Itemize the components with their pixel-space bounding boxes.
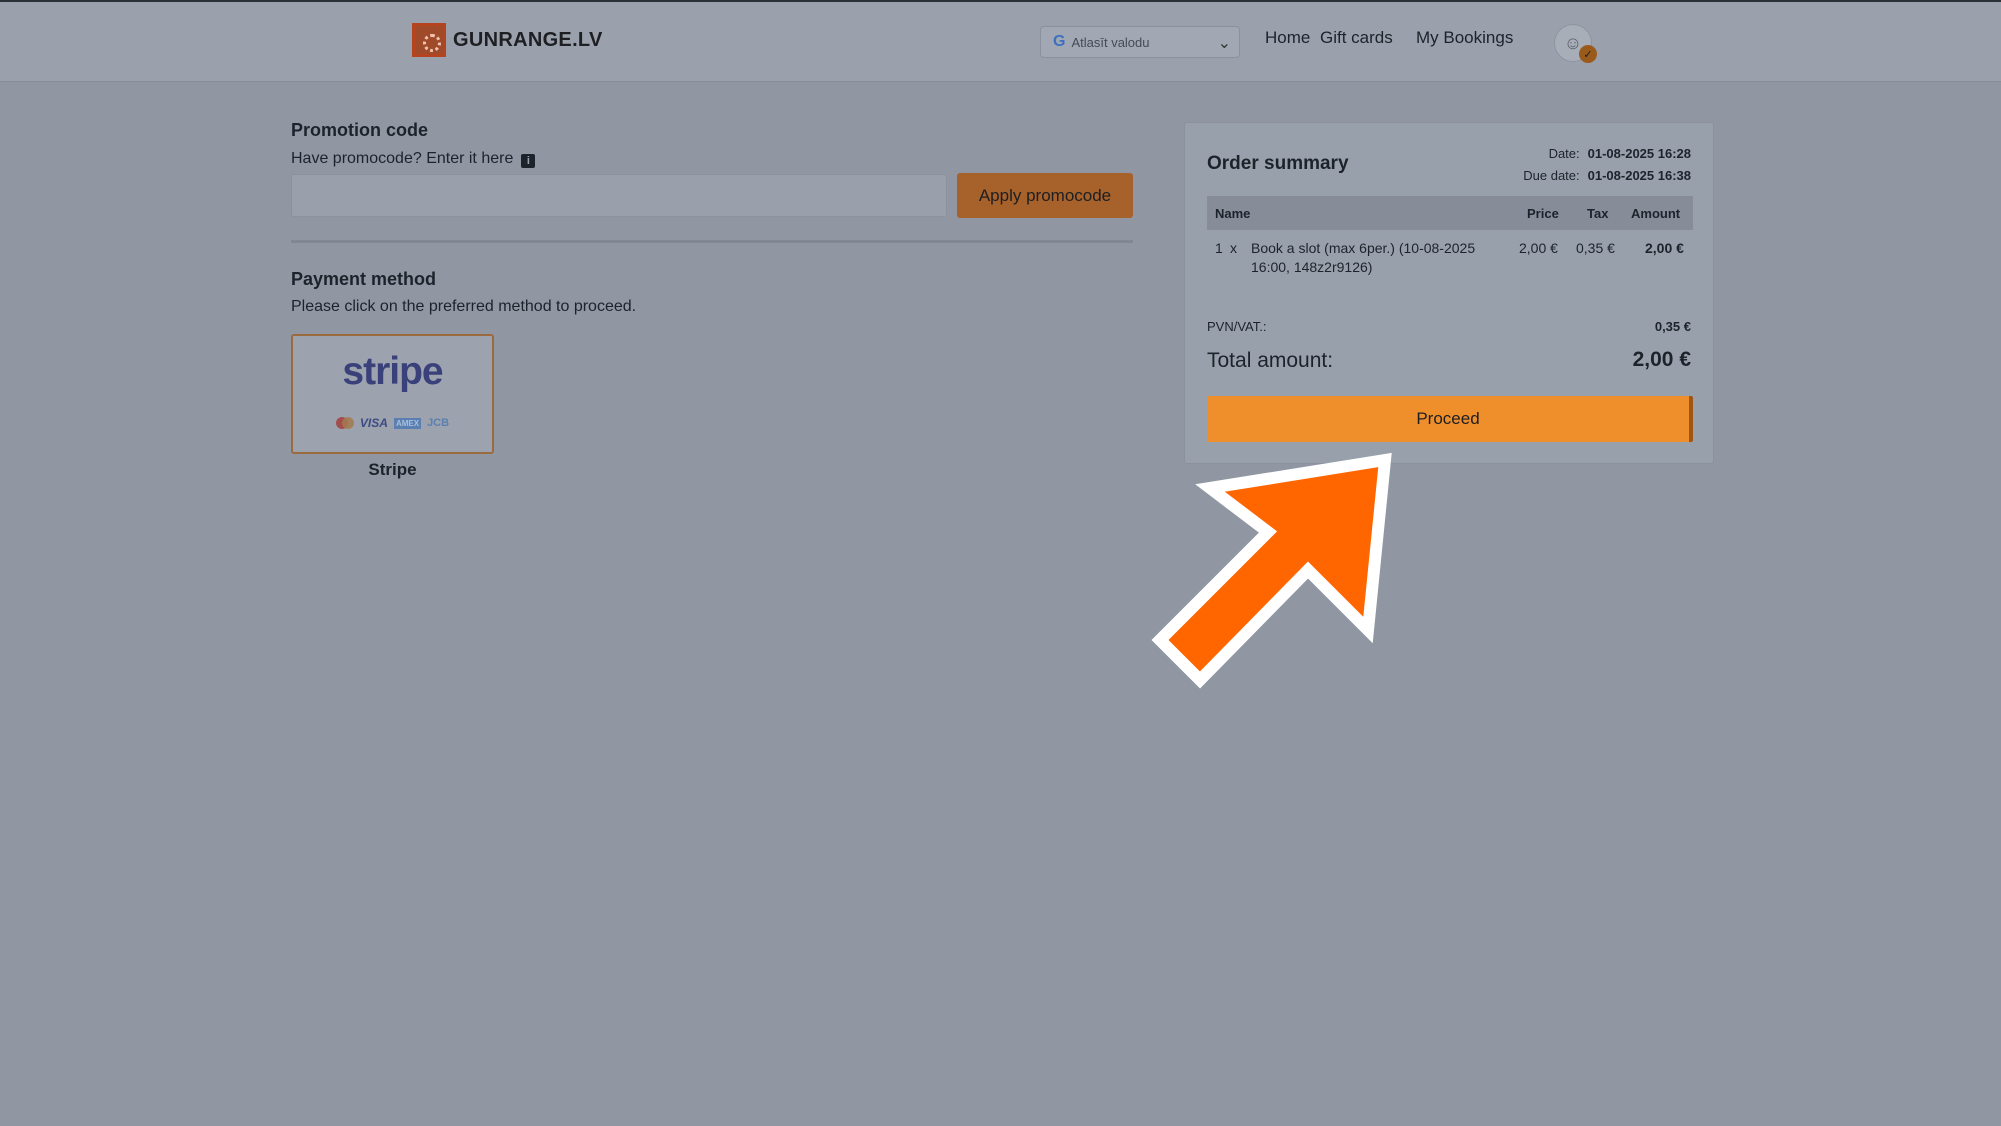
item-tax: 0,35 € — [1576, 240, 1615, 256]
stripe-logo: stripe — [342, 350, 443, 393]
order-table-header: Name Price Tax Amount — [1207, 196, 1693, 230]
column-name: Name — [1215, 206, 1251, 221]
logo-text: GUNRANGE.LV — [453, 28, 603, 51]
promo-subtitle-text: Have promocode? Enter it here — [291, 150, 514, 167]
stripe-payment-option[interactable]: stripe VISA AMEX JCB — [291, 334, 494, 454]
proceed-button[interactable]: Proceed — [1207, 396, 1693, 442]
site-header: GUNRANGE.LV G Atlasīt valodu ⌄ Home Gift… — [0, 2, 2001, 82]
total-label: Total amount: — [1207, 349, 1334, 372]
order-dates: Date: 01-08-2025 16:28 Due date: 01-08-202… — [1523, 143, 1691, 187]
order-summary-title: Order summary — [1207, 153, 1349, 174]
item-qty: 1 — [1215, 240, 1223, 256]
item-times: x — [1230, 240, 1237, 256]
language-select[interactable]: G Atlasīt valodu ⌄ — [1040, 26, 1240, 58]
apply-promocode-button[interactable]: Apply promocode — [957, 173, 1133, 218]
total-value: 2,00 € — [1632, 348, 1691, 371]
column-price: Price — [1527, 206, 1559, 221]
promo-title: Promotion code — [291, 120, 429, 140]
item-amount: 2,00 € — [1645, 240, 1684, 256]
nav-my-bookings[interactable]: My Bookings — [1416, 28, 1513, 48]
mastercard-icon — [335, 417, 354, 429]
order-summary-panel: Order summary Date: 01-08-2025 16:28 Due … — [1184, 122, 1714, 464]
vat-label: PVN/VAT.: — [1207, 319, 1267, 334]
amex-icon: AMEX — [393, 417, 422, 429]
chevron-down-icon: ⌄ — [1217, 35, 1231, 52]
card-brands: VISA AMEX JCB — [293, 416, 492, 430]
pointer-arrow-icon — [1151, 452, 1392, 689]
jcb-icon: JCB — [427, 417, 450, 429]
payment-title: Payment method — [291, 269, 437, 289]
nav-gift-cards[interactable]: Gift cards — [1320, 28, 1393, 48]
item-price: 2,00 € — [1519, 240, 1558, 256]
nav-home[interactable]: Home — [1265, 28, 1310, 48]
item-name-line1: Book a slot (max 6per.) (10-08-2025 — [1251, 240, 1476, 256]
order-due-value: 01-08-2025 16:38 — [1587, 168, 1691, 183]
language-select-label: Atlasīt valodu — [1071, 34, 1150, 50]
promocode-input[interactable] — [291, 174, 947, 217]
order-due-row: Due date: 01-08-2025 16:38 — [1523, 165, 1691, 187]
info-icon[interactable]: i — [521, 154, 536, 168]
order-date-row: Date: 01-08-2025 16:28 — [1523, 143, 1691, 165]
logo-icon — [412, 23, 446, 57]
column-amount: Amount — [1631, 206, 1681, 221]
google-translate-icon: G — [1053, 33, 1066, 50]
order-date-value: 01-08-2025 16:28 — [1587, 146, 1691, 161]
item-name-line2: 16:00, 148z2r9126) — [1251, 259, 1373, 275]
order-date-label: Date: — [1548, 146, 1580, 161]
stripe-option-label[interactable]: Stripe — [291, 460, 494, 480]
item-name: Book a slot (max 6per.) (10-08-2025 16:0… — [1251, 239, 1501, 277]
promo-subtitle: Have promocode? Enter it here i — [291, 150, 536, 168]
visa-icon: VISA — [359, 416, 388, 430]
section-divider — [291, 240, 1133, 243]
column-tax: Tax — [1587, 206, 1609, 221]
checkmark-icon: ✓ — [1579, 45, 1597, 63]
payment-subtitle: Please click on the preferred method to … — [291, 298, 637, 315]
order-due-label: Due date: — [1523, 168, 1580, 183]
vat-value: 0,35 € — [1654, 319, 1691, 334]
site-logo[interactable]: GUNRANGE.LV — [412, 22, 603, 58]
